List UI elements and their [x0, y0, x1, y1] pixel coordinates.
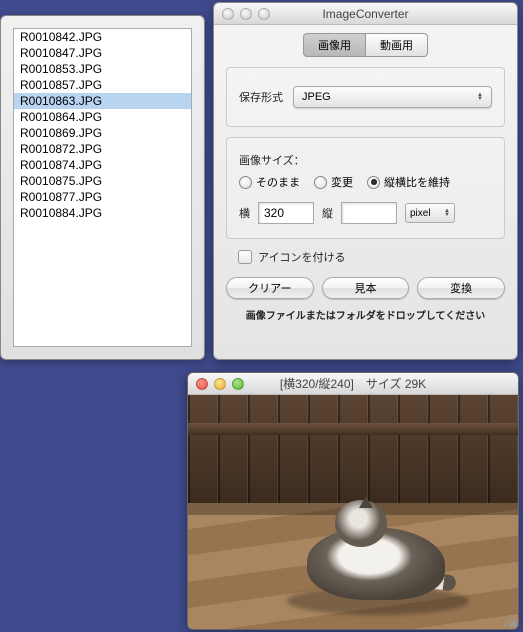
tab-image[interactable]: 画像用: [303, 33, 366, 57]
format-value: JPEG: [302, 91, 331, 103]
size-group: 画像サイズ： そのまま 変更 縦横比を維持 横 縦 pixel ▲▼: [226, 137, 505, 239]
attach-icon-checkbox[interactable]: [238, 250, 252, 264]
close-icon[interactable]: [196, 378, 208, 390]
radio-change[interactable]: 変更: [314, 174, 353, 190]
minimize-icon[interactable]: [240, 8, 252, 20]
height-label: 縦: [322, 205, 333, 221]
resize-grip-icon[interactable]: [504, 615, 516, 627]
width-input[interactable]: [258, 202, 314, 224]
file-item[interactable]: R0010884.JPG: [14, 205, 191, 221]
radio-asis[interactable]: そのまま: [239, 174, 300, 190]
preview-titlebar[interactable]: [横320/縦240] サイズ 29K: [188, 373, 518, 395]
main-window: ImageConverter 画像用 動画用 保存形式 JPEG ▲▼ 画像サイ…: [213, 2, 518, 360]
file-item[interactable]: R0010853.JPG: [14, 61, 191, 77]
file-item[interactable]: R0010874.JPG: [14, 157, 191, 173]
file-drop-panel: R0010842.JPGR0010847.JPGR0010853.JPGR001…: [0, 15, 205, 360]
unit-value: pixel: [410, 208, 431, 219]
zoom-icon[interactable]: [232, 378, 244, 390]
format-group: 保存形式 JPEG ▲▼: [226, 67, 505, 127]
radio-change-label: 変更: [331, 174, 353, 190]
radio-asis-label: そのまま: [256, 174, 300, 190]
format-label: 保存形式: [239, 89, 283, 105]
radio-icon: [239, 176, 252, 189]
tab-movie[interactable]: 動画用: [366, 33, 428, 57]
attach-icon-label: アイコンを付ける: [258, 249, 345, 265]
height-input[interactable]: [341, 202, 397, 224]
format-select[interactable]: JPEG ▲▼: [293, 86, 492, 108]
cat-image: [307, 493, 446, 605]
radio-icon: [314, 176, 327, 189]
clear-button[interactable]: クリアー: [226, 277, 314, 299]
minimize-icon[interactable]: [214, 378, 226, 390]
file-item[interactable]: R0010847.JPG: [14, 45, 191, 61]
chevron-updown-icon: ▲▼: [477, 93, 483, 101]
tab-bar: 画像用 動画用: [214, 33, 517, 57]
file-item[interactable]: R0010857.JPG: [14, 77, 191, 93]
convert-button[interactable]: 変換: [417, 277, 505, 299]
file-item[interactable]: R0010864.JPG: [14, 109, 191, 125]
file-item[interactable]: R0010842.JPG: [14, 29, 191, 45]
radio-keep-ratio[interactable]: 縦横比を維持: [367, 174, 450, 190]
size-section-label: 画像サイズ：: [239, 152, 492, 168]
sample-button[interactable]: 見本: [322, 277, 410, 299]
chevron-updown-icon: ▲▼: [444, 209, 450, 217]
radio-keep-ratio-label: 縦横比を維持: [384, 174, 450, 190]
preview-image: [188, 395, 518, 629]
zoom-icon[interactable]: [258, 8, 270, 20]
preview-window: [横320/縦240] サイズ 29K: [187, 372, 519, 630]
file-item[interactable]: R0010877.JPG: [14, 189, 191, 205]
close-icon[interactable]: [222, 8, 234, 20]
unit-select[interactable]: pixel ▲▼: [405, 203, 455, 223]
radio-icon: [367, 176, 380, 189]
titlebar[interactable]: ImageConverter: [214, 3, 517, 25]
drop-hint: 画像ファイルまたはフォルダをドロップしてください: [214, 303, 517, 328]
file-list[interactable]: R0010842.JPGR0010847.JPGR0010853.JPGR001…: [13, 28, 192, 347]
file-item[interactable]: R0010875.JPG: [14, 173, 191, 189]
file-item[interactable]: R0010863.JPG: [14, 93, 191, 109]
width-label: 横: [239, 205, 250, 221]
file-item[interactable]: R0010872.JPG: [14, 141, 191, 157]
file-item[interactable]: R0010869.JPG: [14, 125, 191, 141]
